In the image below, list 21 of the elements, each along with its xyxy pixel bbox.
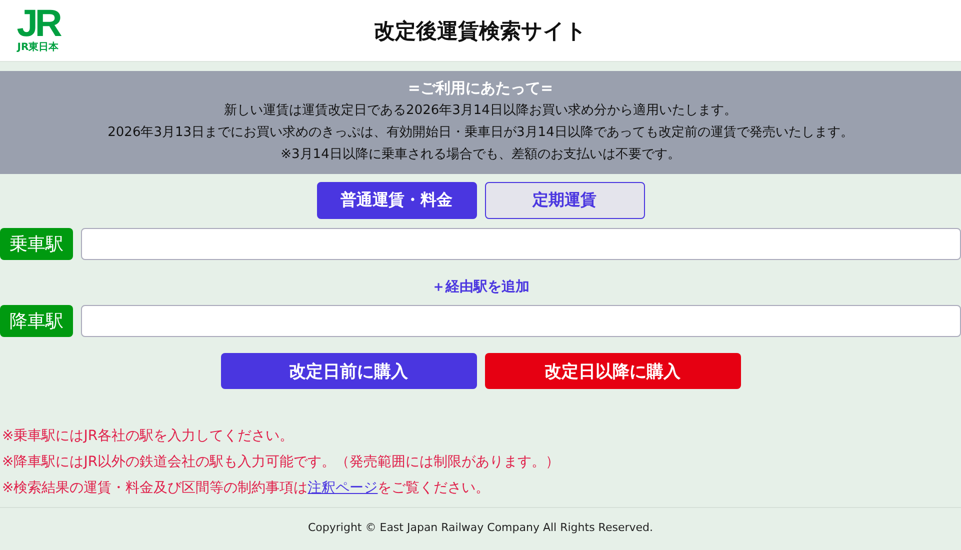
note-text: ※検索結果の運賃・料金及び区間等の制約事項は注釈ページをご覧ください。: [2, 479, 491, 498]
purchase-button[interactable]: 改定日以降に購入: [484, 353, 740, 389]
add-via-link[interactable]: ＋経由駅を追加: [432, 278, 530, 296]
note-text: ※乗車駅にはJR各社の駅を入力してください。: [2, 427, 295, 446]
notes-page-link[interactable]: 注釈ページ: [308, 480, 378, 496]
notice-text: 2026年3月13日までにお買い求めのきっぷは、有効開始日・乗車日が3月14日以降であっても改定前の運賃で発売いたします。: [108, 124, 854, 142]
station-label: 降車駅: [0, 305, 73, 337]
station-input[interactable]: [81, 305, 961, 337]
station-label: 乗車駅: [0, 228, 73, 260]
fare-tab[interactable]: 定期運賃: [484, 182, 644, 219]
notice-text: 新しい運賃は運賃改定日である2026年3月14日以降お買い求め分から適用いたします。: [224, 102, 737, 120]
logo-caption: JR東日本: [17, 42, 59, 54]
notice-text: ※3月14日以降に乗車される場合でも、差額のお支払いは不要です。: [280, 146, 680, 164]
fare-tab[interactable]: 普通運賃・料金: [316, 182, 476, 219]
page-title: 改定後運賃検索サイト: [374, 18, 587, 44]
notice-heading: =ご利用にあたって=: [408, 78, 554, 99]
note-text: ※降車駅にはJR以外の鉄道会社の駅も入力可能です。（発売範囲には制限があります。）: [2, 453, 561, 472]
copyright-text: Copyright © East Japan Railway Company All Rights Reserved.: [308, 521, 653, 534]
purchase-button[interactable]: 改定日前に購入: [220, 353, 476, 389]
station-input[interactable]: [81, 228, 961, 260]
logo-mark: JR: [16, 6, 60, 42]
